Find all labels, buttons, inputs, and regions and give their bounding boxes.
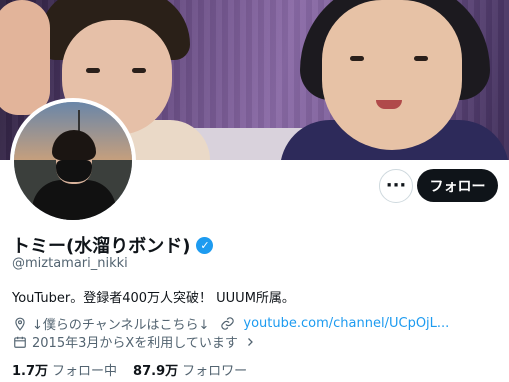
banner-person2-face xyxy=(322,0,462,150)
chevron-right-icon xyxy=(242,334,258,350)
banner-eye xyxy=(132,68,146,73)
profile-meta-row: ↓僕らのチャンネルはこちら↓ youtube.com/channel/UCpOj… xyxy=(12,314,449,333)
following-count[interactable]: 1.7万 xyxy=(12,360,48,379)
follow-button[interactable]: フォロー xyxy=(417,169,498,202)
banner-eye xyxy=(414,56,428,61)
name-row: トミー(水溜りボンド) ✓ xyxy=(12,232,214,258)
profile-joined: 2015年3月からXを利用しています xyxy=(32,336,238,351)
profile-bio: YouTuber。登録者400万人突破！ UUUM所属。 xyxy=(12,291,295,306)
calendar-icon xyxy=(12,334,28,350)
followers-count[interactable]: 87.9万 xyxy=(133,360,178,379)
profile-website-link[interactable]: youtube.com/channel/UCpOjL... xyxy=(243,316,449,331)
location-pin-icon xyxy=(12,316,28,332)
avatar[interactable] xyxy=(10,98,136,224)
banner-eye xyxy=(350,56,364,61)
avatar-mask xyxy=(56,160,92,182)
avatar-body xyxy=(32,180,116,220)
verified-badge-icon[interactable]: ✓ xyxy=(196,236,214,254)
following-label[interactable]: フォロー中 xyxy=(52,360,117,379)
profile-stats: 1.7万 フォロー中 87.9万 フォロワー xyxy=(12,360,263,379)
more-options-button[interactable]: ··· xyxy=(379,169,413,203)
profile-handle: @miztamari_nikki xyxy=(12,256,128,271)
profile-joined-row[interactable]: 2015年3月からXを利用しています xyxy=(12,332,262,351)
display-name: トミー(水溜りボンド) xyxy=(12,236,191,257)
banner-mouth xyxy=(376,100,402,109)
banner-eye xyxy=(86,68,100,73)
link-icon xyxy=(219,316,235,332)
followers-label[interactable]: フォロワー xyxy=(182,360,247,379)
banner-peace-hand xyxy=(0,0,50,115)
profile-location: ↓僕らのチャンネルはこちら↓ xyxy=(32,318,210,333)
